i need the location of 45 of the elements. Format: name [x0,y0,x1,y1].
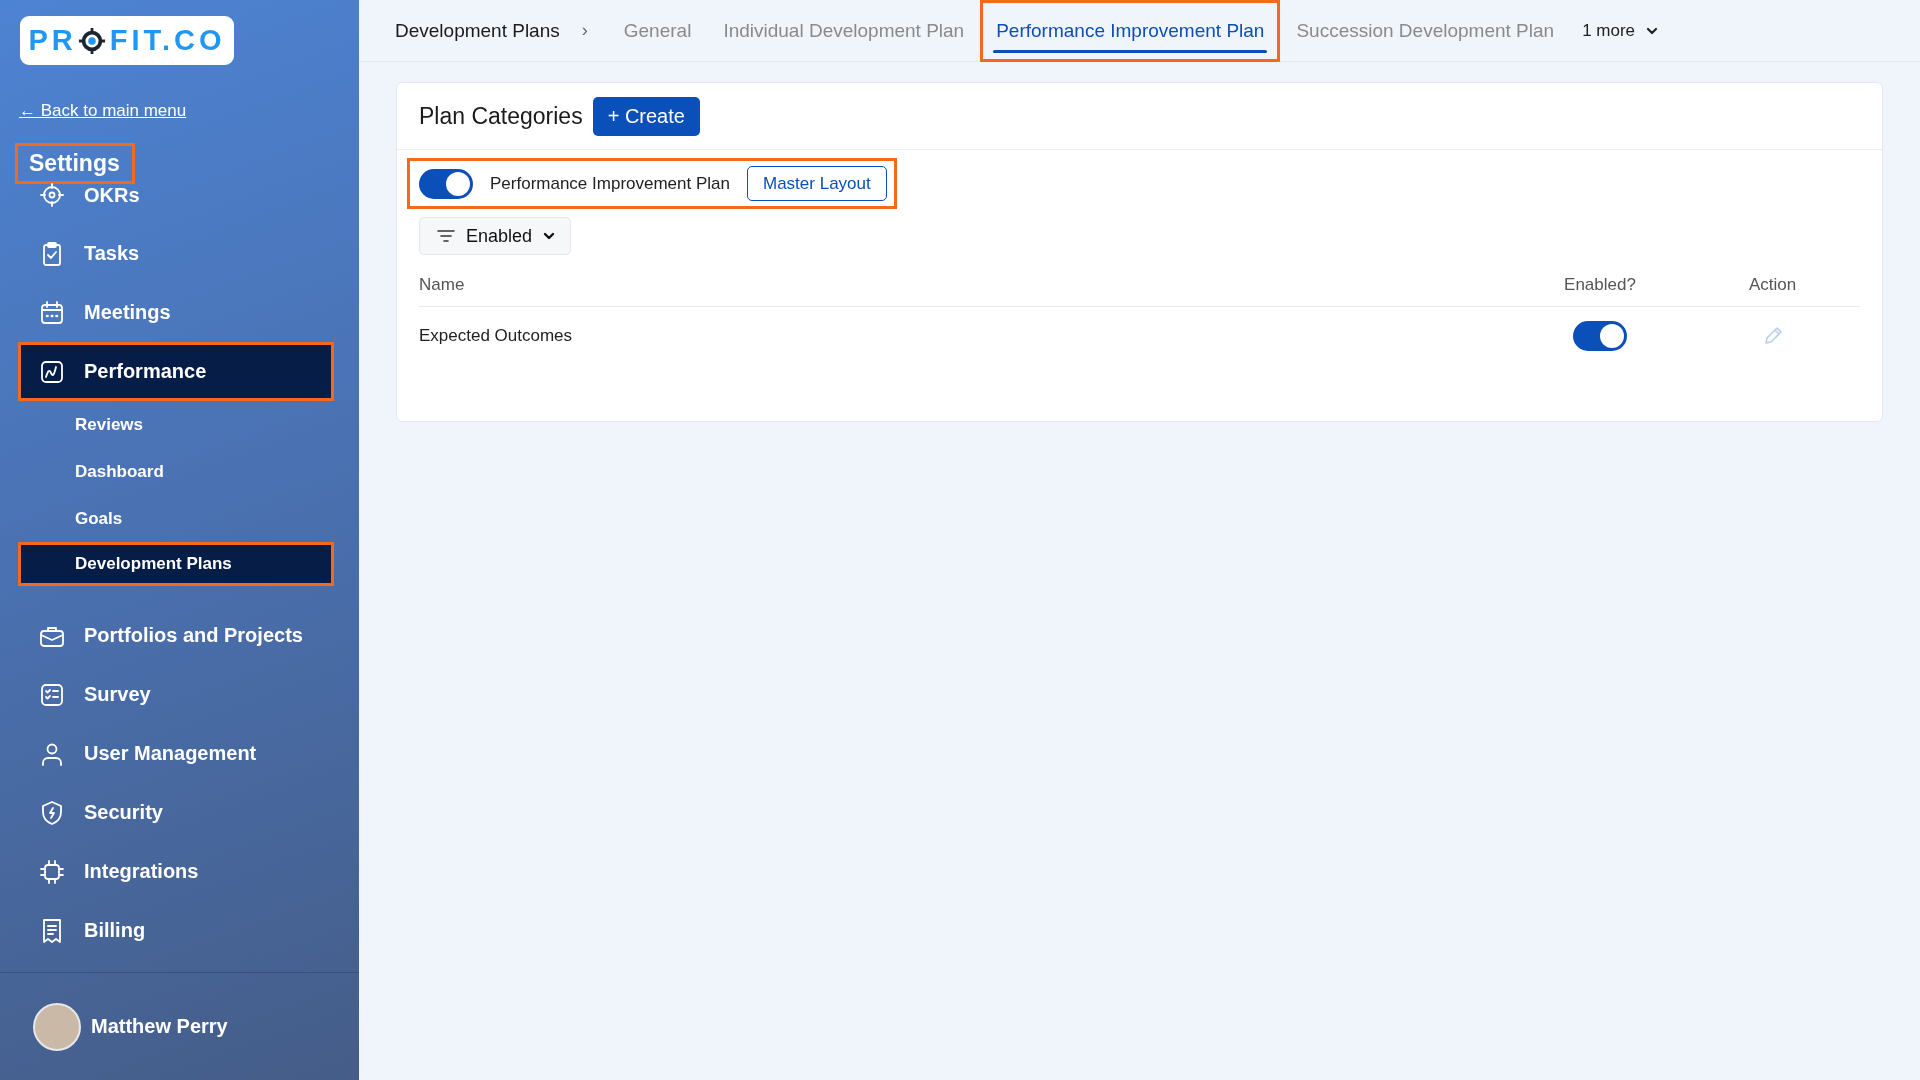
line-chart-icon [39,358,65,385]
back-link[interactable]: ← Back to main menu [19,101,187,121]
sidebar-title: Settings [15,143,135,184]
tab[interactable]: Individual Development Plan [707,0,981,62]
breadcrumb-separator: › [581,20,588,41]
sidebar-item[interactable]: Portfolios and Projects [18,606,334,665]
calendar-icon [39,299,65,326]
column-header: Name [419,274,466,295]
target-icon [39,182,65,208]
chip-icon [39,858,65,885]
filter-dropdown[interactable]: Enabled [419,217,572,255]
checklist-icon [39,681,65,708]
toggle-switch[interactable] [1573,321,1627,351]
sidebar-subitem[interactable]: Dashboard [18,448,334,495]
sidebar-item[interactable]: User Management [18,724,334,783]
sidebar-item[interactable]: Performance [18,342,334,401]
tab[interactable]: Performance Improvement Plan [980,0,1281,62]
avatar [33,1002,81,1051]
toggle-switch[interactable] [419,168,473,199]
shield-icon [39,799,65,826]
create-button[interactable]: + Create [592,96,700,136]
sidebar-subitem[interactable]: Reviews [18,401,334,448]
table-cell-text: Expected Outcomes [419,326,574,346]
master-layout-button[interactable]: Master Layout [747,166,887,201]
tab[interactable]: Succession Development Plan [1280,0,1571,62]
breadcrumb[interactable]: Development Plans [395,19,560,42]
more-tabs-dropdown[interactable]: 1 more [1582,20,1660,41]
card-title: Plan Categories [419,102,583,130]
column-header: Enabled? [1563,274,1637,295]
sidebar-subitem[interactable]: Development Plans [18,542,334,586]
sidebar-item[interactable]: Meetings [18,283,334,342]
sidebar-item[interactable]: Security [18,783,334,842]
sidebar-item[interactable]: Survey [18,665,334,724]
logo-text: PR [28,24,77,57]
tab[interactable]: General [607,0,708,62]
sidebar-item[interactable]: Tasks [18,224,334,283]
column-header: Action [1747,274,1798,295]
user-name: Matthew Perry [91,1015,228,1038]
sidebar-subitem[interactable]: Goals [18,495,334,542]
plan-label: Performance Improvement Plan [490,173,730,194]
logo-text: FIT.CO [109,24,226,57]
target-logo-icon [77,26,106,55]
sidebar-item[interactable]: Billing [18,901,334,960]
filter-icon [436,228,456,244]
sidebar-item[interactable]: Integrations [18,842,334,901]
